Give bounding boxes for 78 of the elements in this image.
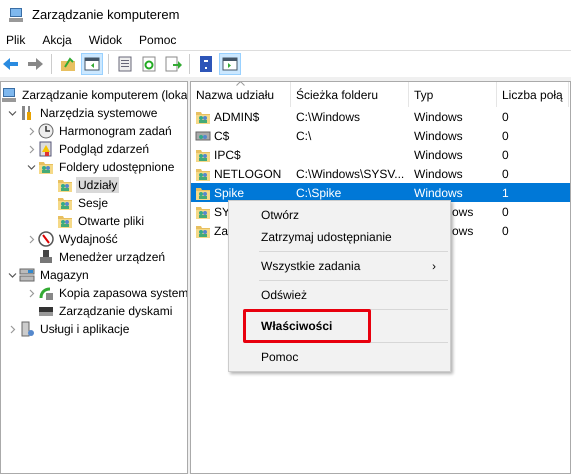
table-cell-text: Spike [214,184,244,202]
table-cell: C:\ [296,128,312,142]
table-cell: Windows [414,128,463,142]
shared-folder-icon [57,213,73,229]
menu-item[interactable]: Widok [88,31,122,49]
menu-item[interactable]: Pomoc [231,346,448,368]
table-cell: 0 [502,128,509,142]
table-cell: 0 [502,204,509,218]
column-header[interactable]: Ścieżka folderu [291,82,409,107]
gauge-icon [38,231,54,247]
table-cell: C:\Windows\SYSV... [296,166,404,180]
column-header[interactable]: Typ [409,82,497,107]
menu-item[interactable]: Akcja [42,31,72,49]
table-cell-text: NETLOGON [214,166,282,182]
table-cell: Windows [414,166,463,180]
shared-folder-icon [38,159,54,175]
computer-icon [1,87,17,103]
tree-item[interactable]: Podgląd zdarzeń [57,141,152,157]
selected-row[interactable]: Spike C:\Spike Windows 1 [191,183,570,202]
console-tree-icon [83,55,101,73]
column-header[interactable]: Liczba połą [497,82,569,107]
tree-item[interactable]: Sesje [76,195,110,211]
tree-item[interactable]: Harmonogram zadań [57,123,174,139]
backup-icon [38,285,54,301]
refresh-icon [140,55,158,73]
tree-item[interactable]: Zarządzanie dyskami [57,303,174,319]
menu-item[interactable]: Otwórz [231,204,448,226]
menu-item[interactable]: Plik [6,31,26,49]
tree-item[interactable]: Otwarte pliki [76,213,146,229]
tree-item[interactable]: Udziały [76,177,120,193]
device-icon [38,249,54,265]
computer-icon [8,7,24,23]
menu-item[interactable]: Właściwości [246,315,368,337]
properties-icon [116,55,134,73]
table-cell-text: IPC$ [214,146,241,164]
window-title: Zarządzanie komputerem [32,6,180,24]
table-cell: Windows [414,148,463,162]
table-cell: Windows [414,110,463,124]
table-cell: ows [452,224,474,238]
menu-item[interactable]: Zatrzymaj udostępnianie [231,226,448,248]
column-header[interactable]: Nazwa udziału [191,82,291,107]
tree-item[interactable]: Wydajność [57,231,120,247]
submenu-arrow-icon: › [432,257,436,275]
export-list-icon [164,55,182,73]
tree-item[interactable]: Menedżer urządzeń [57,249,168,265]
shared-folder-icon [57,177,73,193]
table-cell: 0 [502,148,509,162]
storage-icon [19,267,35,283]
forward-arrow-icon [26,55,44,73]
log-icon [38,141,54,157]
tree-item[interactable]: Magazyn [38,267,91,283]
table-cell: 1 [502,186,509,200]
table-cell-text: ADMIN$ [214,108,260,126]
clock-icon [38,123,54,139]
help-icon [197,55,215,73]
table-cell-text: Za [214,222,228,240]
action-pane-icon [221,55,239,73]
table-cell-text: C$ [214,128,230,144]
toolbar-button[interactable] [219,53,241,75]
table-cell: ows [452,204,474,218]
table-cell: C:\Windows [296,110,360,124]
table-cell: 0 [502,224,509,238]
tree-item[interactable]: Foldery udostępnione [57,159,176,175]
toolbar-button[interactable] [81,53,103,75]
back-arrow-icon [2,55,20,73]
tree-item[interactable]: Zarządzanie komputerem (loka [20,87,187,103]
tree-item[interactable]: Usługi i aplikacje [38,321,132,337]
table-cell: 0 [502,166,509,180]
menu-item[interactable]: Odśwież [231,284,448,306]
table-cell: Windows [414,186,463,200]
menu-item[interactable]: Pomoc [139,31,176,49]
table-cell: C:\Spike [296,186,342,200]
shared-folder-icon [57,195,73,211]
menu-item[interactable]: Wszystkie zadania › [231,255,448,277]
services-icon [19,321,35,337]
table-cell: 0 [502,110,509,124]
tree-item[interactable]: Narzędzia systemowe [38,105,160,121]
folder-up-icon [59,55,77,73]
